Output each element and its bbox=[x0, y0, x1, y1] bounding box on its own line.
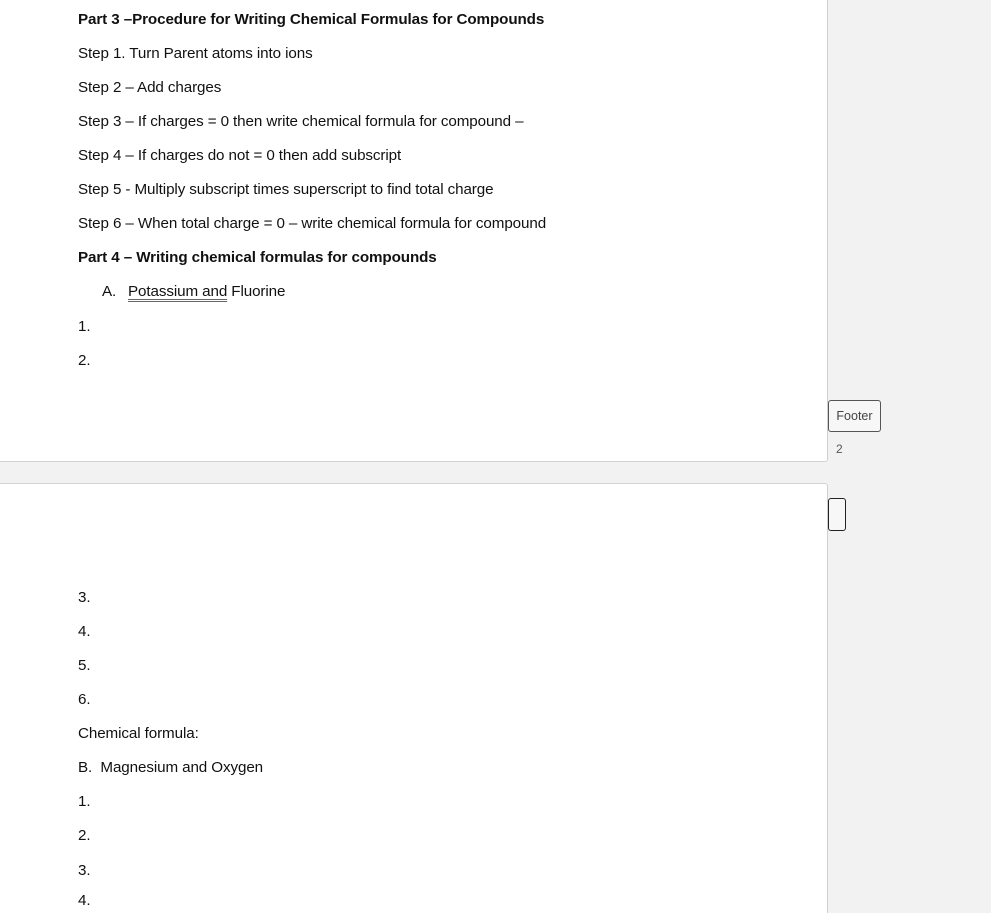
list-number: 5. bbox=[78, 657, 91, 674]
list-number: 3. bbox=[78, 589, 91, 606]
item-a-rest: Fluorine bbox=[227, 283, 286, 300]
footer-page-number: 2 bbox=[836, 442, 843, 456]
item-a-letter: A. bbox=[102, 283, 117, 300]
header-marker-tab[interactable] bbox=[828, 498, 846, 531]
step-4: Step 4 – If charges do not = 0 then add … bbox=[78, 147, 402, 164]
step-1: Step 1. Turn Parent atoms into ions bbox=[78, 45, 313, 62]
chemical-formula-label: Chemical formula: bbox=[78, 725, 199, 742]
step-2: Step 2 – Add charges bbox=[78, 79, 222, 96]
item-b-magnesium-oxygen: B. Magnesium and Oxygen bbox=[78, 759, 264, 776]
list-number: 4. bbox=[78, 623, 91, 640]
list-number: 3. bbox=[78, 862, 91, 879]
list-number: 2. bbox=[78, 827, 91, 844]
part-3-heading: Part 3 –Procedure for Writing Chemical F… bbox=[78, 11, 545, 28]
list-number: 2. bbox=[78, 352, 91, 369]
step-3: Step 3 – If charges = 0 then write chemi… bbox=[78, 113, 524, 130]
part-4-heading: Part 4 – Writing chemical formulas for c… bbox=[78, 249, 437, 266]
document-page-1[interactable]: Part 3 –Procedure for Writing Chemical F… bbox=[0, 0, 828, 462]
document-page-2[interactable]: 3. 4. 5. 6. Chemical formula: B. Magnesi… bbox=[0, 483, 828, 913]
grammar-flagged-text[interactable]: Potassium and bbox=[128, 283, 227, 300]
list-number: 1. bbox=[78, 793, 91, 810]
list-number: 6. bbox=[78, 691, 91, 708]
list-number: 1. bbox=[78, 318, 91, 335]
step-6: Step 6 – When total charge = 0 – write c… bbox=[78, 215, 547, 232]
list-number: 4. bbox=[78, 892, 91, 909]
step-5: Step 5 - Multiply subscript times supers… bbox=[78, 181, 494, 198]
footer-label-tab[interactable]: Footer bbox=[828, 400, 881, 432]
item-a-potassium-fluorine: A. Potassium and Fluorine bbox=[102, 282, 285, 302]
